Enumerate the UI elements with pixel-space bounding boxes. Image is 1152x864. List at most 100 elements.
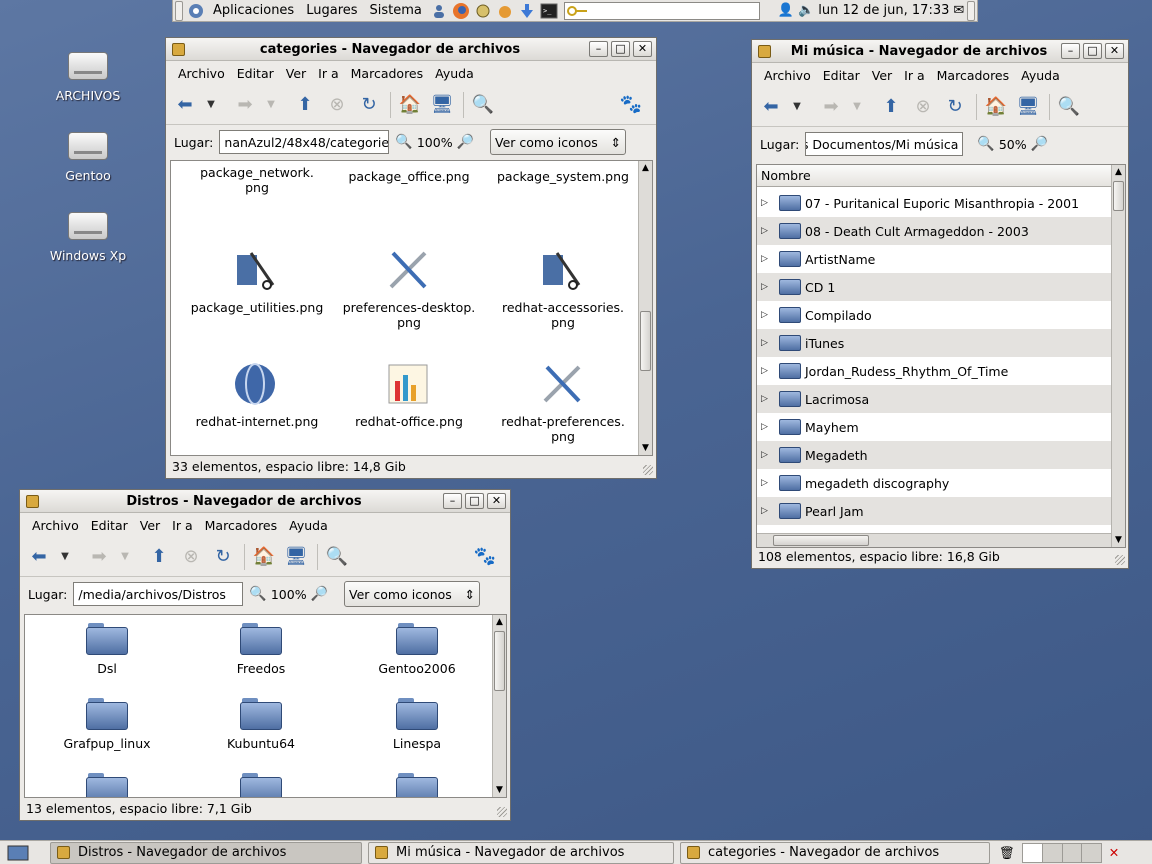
gimp-icon[interactable] bbox=[495, 2, 515, 20]
view-as-select[interactable]: Ver como iconos ⇕ bbox=[344, 581, 481, 607]
users-icon[interactable] bbox=[429, 2, 449, 20]
task-distros[interactable]: Distros - Navegador de archivos bbox=[50, 841, 362, 864]
user-icon[interactable]: 👤 bbox=[778, 3, 794, 18]
menu-marcadores[interactable]: Marcadores bbox=[199, 518, 284, 533]
menu-aplicaciones[interactable]: Aplicaciones bbox=[207, 3, 300, 18]
window-menu-icon[interactable] bbox=[758, 44, 771, 58]
terminal-icon[interactable]: >_ bbox=[539, 2, 559, 20]
back-history-dropdown[interactable]: ▼ bbox=[204, 92, 218, 118]
list-item[interactable]: ▷ Lacrimosa bbox=[757, 385, 1111, 413]
list-item[interactable]: ▷ ArtistName bbox=[757, 245, 1111, 273]
expander-arrow-icon[interactable]: ▷ bbox=[761, 450, 771, 460]
horizontal-scrollbar[interactable] bbox=[757, 533, 1111, 547]
menu-ayuda[interactable]: Ayuda bbox=[1015, 68, 1066, 83]
file-item[interactable]: redhat-office.png bbox=[339, 361, 479, 429]
menu-editar[interactable]: Editar bbox=[85, 518, 134, 533]
deskbar-search-input[interactable] bbox=[563, 1, 760, 20]
scroll-thumb[interactable] bbox=[1113, 181, 1124, 211]
list-item[interactable]: ▷ Mayhem bbox=[757, 413, 1111, 441]
zoom-in-icon[interactable]: 🔎 bbox=[1031, 136, 1048, 152]
notification-icon[interactable]: ✉ bbox=[953, 3, 964, 18]
menu-editar[interactable]: Editar bbox=[817, 68, 866, 83]
workspace-1[interactable] bbox=[1023, 843, 1043, 862]
file-item[interactable]: package_office.png bbox=[339, 165, 479, 184]
list-item[interactable]: ▷ Pearl Jam bbox=[757, 497, 1111, 525]
scroll-up-arrow[interactable]: ▲ bbox=[639, 161, 652, 175]
computer-icon[interactable]: 🖥 bbox=[429, 92, 455, 118]
close-button[interactable]: ✕ bbox=[1105, 43, 1124, 59]
folder-item[interactable] bbox=[347, 773, 487, 797]
location-input[interactable]: s Documentos/Mi música bbox=[805, 132, 964, 156]
minimize-button[interactable]: – bbox=[589, 41, 608, 57]
volume-icon[interactable]: 🔈 bbox=[798, 3, 814, 18]
expander-arrow-icon[interactable]: ▷ bbox=[761, 422, 771, 432]
up-arrow-icon[interactable]: ⬆ bbox=[292, 92, 318, 118]
scroll-up-arrow[interactable]: ▲ bbox=[493, 615, 506, 629]
folder-item[interactable]: Freedos bbox=[191, 623, 331, 676]
folder-item[interactable]: Gentoo2006 bbox=[347, 623, 487, 676]
menu-archivo[interactable]: Archivo bbox=[172, 66, 231, 81]
scroll-thumb[interactable] bbox=[640, 311, 651, 371]
menu-archivo[interactable]: Archivo bbox=[26, 518, 85, 533]
expander-arrow-icon[interactable]: ▷ bbox=[761, 366, 771, 376]
menu-sistema[interactable]: Sistema bbox=[364, 3, 428, 18]
scroll-down-arrow[interactable]: ▼ bbox=[639, 441, 652, 455]
menu-ayuda[interactable]: Ayuda bbox=[283, 518, 334, 533]
file-item[interactable]: redhat-preferences. png bbox=[493, 361, 633, 444]
expander-arrow-icon[interactable]: ▷ bbox=[761, 478, 771, 488]
menu-ver[interactable]: Ver bbox=[134, 518, 166, 533]
list-item[interactable]: ▷ megadeth discography bbox=[757, 469, 1111, 497]
zoom-level[interactable]: 50% bbox=[999, 137, 1027, 152]
file-item[interactable]: redhat-internet.png bbox=[187, 361, 327, 429]
zoom-out-icon[interactable]: 🔍 bbox=[977, 136, 994, 152]
up-arrow-icon[interactable]: ⬆ bbox=[878, 94, 904, 120]
stop-icon[interactable]: ⊗ bbox=[324, 92, 350, 118]
vertical-scrollbar[interactable]: ▲ ▼ bbox=[638, 161, 652, 455]
scroll-down-arrow[interactable]: ▼ bbox=[1112, 533, 1125, 547]
forward-history-dropdown[interactable]: ▼ bbox=[118, 544, 132, 570]
expander-arrow-icon[interactable]: ▷ bbox=[761, 198, 771, 208]
close-button[interactable]: ✕ bbox=[487, 493, 506, 509]
folder-item[interactable]: Linespa bbox=[347, 698, 487, 751]
zoom-in-icon[interactable]: 🔎 bbox=[311, 586, 328, 602]
forward-arrow-icon[interactable]: ➡ bbox=[232, 92, 258, 118]
window-titlebar[interactable]: Mi música - Navegador de archivos – □ ✕ bbox=[752, 40, 1128, 63]
window-menu-icon[interactable] bbox=[26, 494, 39, 508]
menu-marcadores[interactable]: Marcadores bbox=[931, 68, 1016, 83]
home-folder-icon[interactable]: 🏠 bbox=[983, 94, 1009, 120]
home-folder-icon[interactable]: 🏠 bbox=[251, 544, 277, 570]
maximize-button[interactable]: □ bbox=[465, 493, 484, 509]
expander-arrow-icon[interactable]: ▷ bbox=[761, 506, 771, 516]
hscroll-thumb[interactable] bbox=[773, 535, 869, 546]
menu-ir-a[interactable]: Ir a bbox=[166, 518, 198, 533]
back-history-dropdown[interactable]: ▼ bbox=[58, 544, 72, 570]
back-arrow-icon[interactable]: ⬅ bbox=[172, 92, 198, 118]
home-folder-icon[interactable]: 🏠 bbox=[397, 92, 423, 118]
forward-history-dropdown[interactable]: ▼ bbox=[264, 92, 278, 118]
view-as-select[interactable]: Ver como iconos ⇕ bbox=[490, 129, 627, 155]
icon-view[interactable]: package_network. png package_office.png … bbox=[170, 160, 653, 456]
expander-arrow-icon[interactable]: ▷ bbox=[761, 254, 771, 264]
expander-arrow-icon[interactable]: ▷ bbox=[761, 394, 771, 404]
menu-marcadores[interactable]: Marcadores bbox=[345, 66, 430, 81]
scroll-down-arrow[interactable]: ▼ bbox=[493, 783, 506, 797]
reload-icon[interactable]: ↻ bbox=[942, 94, 968, 120]
forward-history-dropdown[interactable]: ▼ bbox=[850, 94, 864, 120]
workspace-2[interactable] bbox=[1042, 843, 1063, 862]
expander-arrow-icon[interactable]: ▷ bbox=[761, 338, 771, 348]
show-desktop-icon[interactable] bbox=[0, 842, 36, 864]
panel-handle-right[interactable] bbox=[967, 0, 975, 21]
menu-editar[interactable]: Editar bbox=[231, 66, 280, 81]
list-item[interactable]: ▷ Compilado bbox=[757, 301, 1111, 329]
expander-arrow-icon[interactable]: ▷ bbox=[761, 226, 771, 236]
folder-item[interactable]: Kubuntu64 bbox=[191, 698, 331, 751]
menu-lugares[interactable]: Lugares bbox=[300, 3, 363, 18]
clock-label[interactable]: lun 12 de jun, 17:33 bbox=[818, 3, 949, 18]
reload-icon[interactable]: ↻ bbox=[356, 92, 382, 118]
list-item[interactable]: ▷ 08 - Death Cult Armageddon - 2003 bbox=[757, 217, 1111, 245]
back-history-dropdown[interactable]: ▼ bbox=[790, 94, 804, 120]
applet-icon[interactable] bbox=[473, 2, 493, 20]
list-item[interactable]: ▷ Jordan_Rudess_Rhythm_Of_Time bbox=[757, 357, 1111, 385]
minimize-button[interactable]: – bbox=[1061, 43, 1080, 59]
folder-item[interactable] bbox=[37, 773, 177, 797]
